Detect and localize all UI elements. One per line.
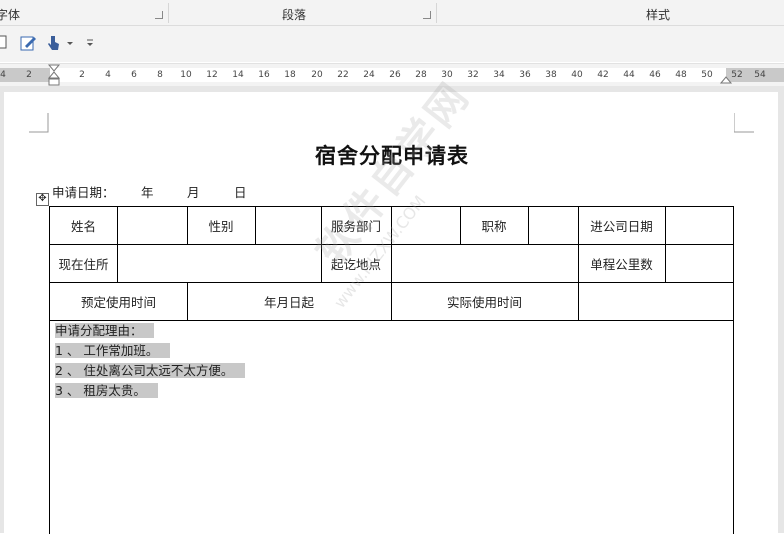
table-col-border xyxy=(255,207,256,245)
new-page-icon[interactable] xyxy=(0,34,8,52)
ruler-tick: 40 xyxy=(571,70,583,80)
ruler-tick: 4 xyxy=(0,70,6,80)
paragraph-dialog-launcher-icon[interactable] xyxy=(423,11,431,19)
table-col-border xyxy=(528,207,529,245)
cell-name-label[interactable]: 姓名 xyxy=(50,207,117,244)
ruler-tick: 12 xyxy=(206,70,218,80)
ruler-tick: 48 xyxy=(675,70,687,80)
ruler-tick: 24 xyxy=(363,70,375,80)
font-dialog-launcher-icon[interactable] xyxy=(155,11,163,19)
ruler-tick: 26 xyxy=(389,70,401,80)
ruler-tick: 8 xyxy=(157,70,163,80)
ruler-tick: 16 xyxy=(258,70,270,80)
ruler-tick: 38 xyxy=(545,70,557,80)
group-styles-label: 样式 xyxy=(646,8,671,22)
ruler-tick: 10 xyxy=(180,70,192,80)
table-col-border xyxy=(665,207,666,245)
ruler-tick: 20 xyxy=(311,70,323,80)
group-divider xyxy=(436,3,437,23)
right-indent-marker-icon[interactable] xyxy=(719,70,733,84)
ruler-tick: 42 xyxy=(597,70,609,80)
selected-text: 1 、 工作常加班。 xyxy=(55,343,159,358)
selected-text: 2 、 住处离公司太远不太方便。 xyxy=(55,363,234,378)
ruler-tick: 2 xyxy=(26,70,32,80)
quick-access-toolbar xyxy=(0,26,784,62)
reason-item[interactable]: 1 、 工作常加班。 xyxy=(55,341,171,361)
cell-join-date-label[interactable]: 进公司日期 xyxy=(578,207,665,244)
table-col-border xyxy=(117,207,118,245)
horizontal-ruler[interactable]: 4 2 2 4 6 8 10 12 14 16 18 20 22 24 26 2… xyxy=(0,63,784,87)
ruler-tick: 46 xyxy=(649,70,661,80)
table-col-border xyxy=(578,282,579,321)
customize-icon[interactable] xyxy=(86,34,94,52)
cell-gender-label[interactable]: 性别 xyxy=(187,207,255,244)
cell-planned-time-label[interactable]: 预定使用时间 xyxy=(50,282,187,320)
date-label: 申请日期： xyxy=(52,185,115,200)
cell-distance-label[interactable]: 单程公里数 xyxy=(578,244,665,282)
reason-item[interactable]: 2 、 住处离公司太远不太方便。 xyxy=(55,361,246,381)
ruler-tick: 34 xyxy=(493,70,505,80)
cell-job-title-label[interactable]: 职称 xyxy=(460,207,528,244)
cell-current-address-label[interactable]: 现在住所 xyxy=(50,244,117,282)
indent-marker-icon[interactable] xyxy=(47,64,61,88)
ruler-tick: 44 xyxy=(623,70,635,80)
date-day: 日 xyxy=(234,185,247,200)
date-year: 年 xyxy=(141,185,154,200)
table-col-border xyxy=(665,244,666,283)
margin-corner-mark xyxy=(29,113,49,133)
ruler-tick: 2 xyxy=(79,70,85,80)
ruler-tick: 50 xyxy=(701,70,713,80)
application-table[interactable]: 姓名 性别 服务部门 职称 进公司日期 现在住所 起讫地点 单程公里数 预定使用… xyxy=(49,206,734,534)
selected-text: 申请分配理由： xyxy=(55,323,143,338)
ruler-tick: 54 xyxy=(754,70,766,80)
cell-actual-time-label[interactable]: 实际使用时间 xyxy=(391,282,578,320)
ruler-tick: 4 xyxy=(105,70,111,80)
group-font-label: 字体 xyxy=(0,8,21,22)
selected-text: 3 、 租房太贵。 xyxy=(55,383,146,398)
ruler-tick: 32 xyxy=(467,70,479,80)
table-move-handle-icon[interactable]: ✥ xyxy=(36,193,49,206)
ruler-tick: 36 xyxy=(519,70,531,80)
group-divider xyxy=(168,3,169,23)
ruler-tick: 14 xyxy=(232,70,244,80)
ruler-tick: 18 xyxy=(284,70,296,80)
ruler-left-margin xyxy=(0,68,50,82)
date-month: 月 xyxy=(187,185,200,200)
margin-corner-mark xyxy=(734,113,754,133)
ruler-tick: 6 xyxy=(131,70,137,80)
reason-item[interactable]: 3 、 租房太贵。 xyxy=(55,381,158,401)
touch-mode-icon[interactable] xyxy=(45,34,61,52)
ruler-tick: 22 xyxy=(337,70,349,80)
table-col-border xyxy=(117,244,118,283)
edit-icon[interactable] xyxy=(20,34,38,52)
reason-title[interactable]: 申请分配理由： xyxy=(55,321,155,341)
dropdown-icon[interactable] xyxy=(66,34,74,52)
ribbon-group-bar: 字体 段落 样式 xyxy=(0,0,784,26)
group-paragraph-label: 段落 xyxy=(282,8,307,22)
